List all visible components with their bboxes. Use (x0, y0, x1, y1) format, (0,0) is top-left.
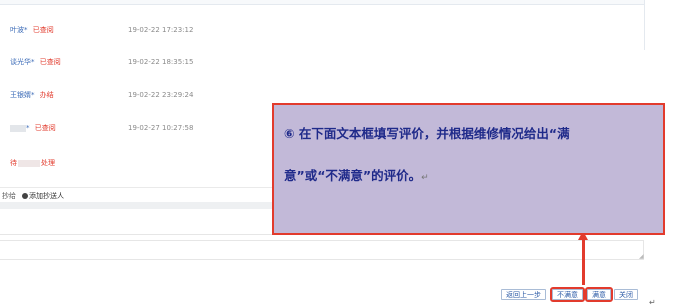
pending-status: 处理 (41, 159, 55, 167)
unsatisfied-button[interactable]: 不满意 (550, 287, 585, 302)
record-suffix: * (31, 91, 35, 99)
record-row: 谈光华* 已查阅 19-02-22 18:35:15 (10, 56, 193, 68)
record-name[interactable]: 谈光华 (10, 58, 31, 66)
pending-row: 待 处理 (10, 157, 55, 169)
record-time: 19-02-22 18:35:15 (128, 58, 194, 66)
evaluation-textarea[interactable] (0, 240, 644, 260)
back-button[interactable]: 返回上一步 (501, 289, 546, 300)
record-row: * 已查阅 19-02-27 10:27:58 (10, 122, 193, 134)
record-status: 已查阅 (39, 58, 61, 66)
record-status: 已查阅 (32, 26, 54, 34)
add-cc-button[interactable]: 添加抄送人 (22, 191, 64, 201)
instruction-callout: ⑥ 在下面文本框填写评价，并根据维修情况给出“满 意”或“不满意”的评价。↵ (272, 103, 665, 235)
record-time: 19-02-22 17:23:12 (128, 26, 194, 34)
record-time: 19-02-27 10:27:58 (128, 124, 194, 132)
add-cc-label: 添加抄送人 (29, 192, 64, 200)
callout-line-1: ⑥ 在下面文本框填写评价，并根据维修情况给出“满 (284, 126, 570, 141)
user-add-icon (22, 193, 28, 199)
record-row: 叶波* 已查阅 19-02-22 17:23:12 (10, 24, 193, 36)
record-time: 19-02-22 23:29:24 (128, 91, 194, 99)
redacted-name (18, 159, 40, 167)
pending-prefix: 待 (10, 159, 17, 167)
resize-handle-icon[interactable]: ◢ (639, 254, 644, 260)
callout-line-2: 意”或“不满意”的评价。↵ (284, 165, 429, 184)
record-row: 王银婿* 办结 19-02-22 23:29:24 (10, 89, 193, 101)
record-status: 已查阅 (34, 124, 56, 132)
record-status: 办结 (39, 91, 54, 99)
callout-arrow (582, 238, 585, 285)
callout-line-2-text: 意”或“不满意”的评价。 (284, 168, 422, 183)
record-suffix: * (31, 58, 35, 66)
record-suffix: * (24, 26, 28, 34)
record-name[interactable]: 叶波 (10, 26, 24, 34)
record-suffix: * (26, 124, 30, 132)
return-mark: ↵ (649, 298, 656, 307)
close-button[interactable]: 关闭 (614, 289, 638, 300)
redacted-name (10, 124, 26, 132)
cc-label: 抄给 (2, 192, 16, 200)
header-strip (0, 0, 644, 5)
callout-return-mark: ↵ (421, 173, 429, 183)
satisfied-button[interactable]: 满意 (585, 287, 613, 302)
panel-border (644, 0, 645, 50)
record-name[interactable]: 王银婿 (10, 91, 31, 99)
